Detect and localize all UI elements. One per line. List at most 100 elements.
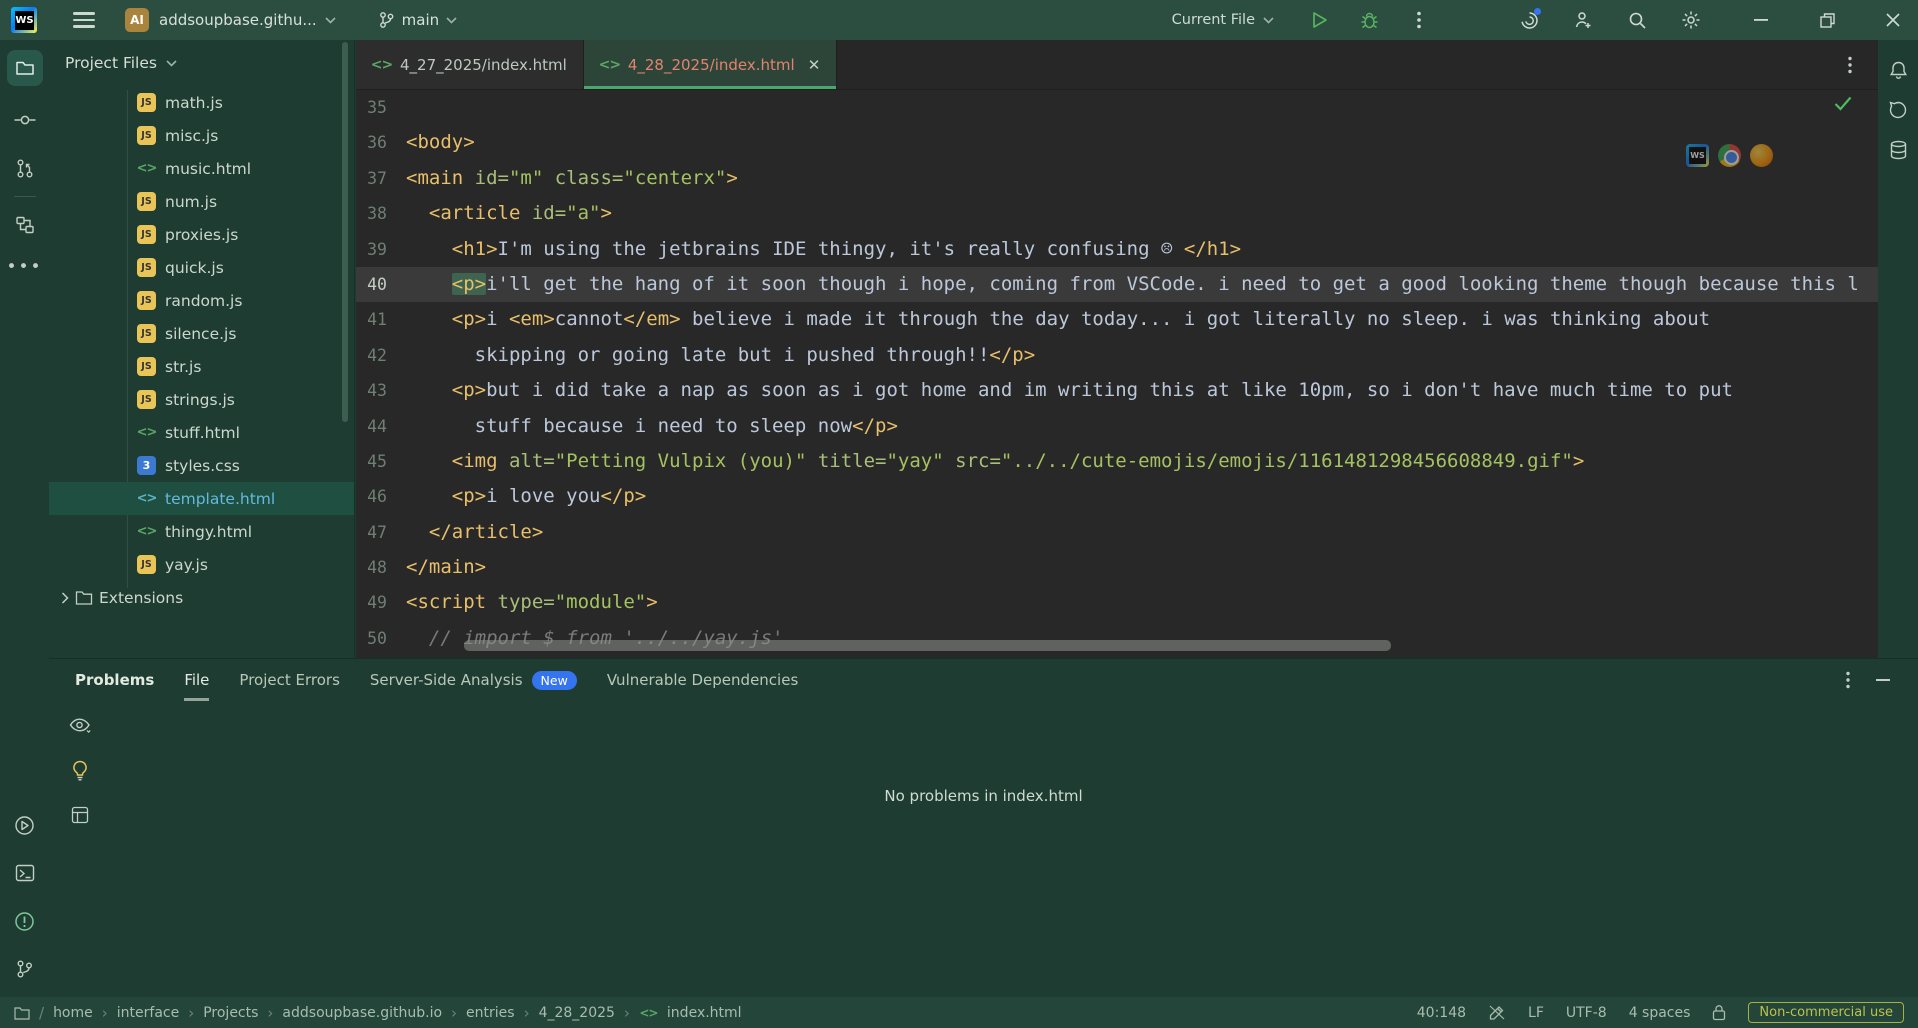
code-text[interactable]: </main>	[396, 550, 486, 585]
git-branch-selector[interactable]: main	[378, 11, 457, 29]
project-tool-icon[interactable]	[7, 50, 43, 86]
code-text[interactable]: <p>i <em>cannot</em> believe i made it t…	[396, 302, 1710, 337]
tree-item-misc.js[interactable]: JSmisc.js	[49, 119, 354, 152]
run-configuration-selector[interactable]: Current File	[1172, 12, 1274, 28]
tree-item-quick.js[interactable]: JSquick.js	[49, 251, 354, 284]
code-text[interactable]: <p>but i did take a nap as soon as i got…	[396, 373, 1733, 408]
ai-chat-icon[interactable]	[1882, 94, 1914, 126]
tree-item-strings.js[interactable]: JSstrings.js	[49, 383, 354, 416]
project-view-selector[interactable]: Project Files	[49, 40, 354, 86]
ai-badge[interactable]: AI	[125, 8, 149, 32]
problems-toolbar	[66, 711, 94, 829]
code-text[interactable]: <p>i love you</p>	[396, 479, 646, 514]
license-badge[interactable]: Non-commercial use	[1748, 1002, 1904, 1023]
tree-item-styles.css[interactable]: 3styles.css	[49, 449, 354, 482]
breadcrumb-item-addsoupbase.github.io[interactable]: addsoupbase.github.io	[282, 1005, 442, 1021]
git-tool-window-icon[interactable]	[7, 951, 43, 987]
run-button[interactable]	[1302, 3, 1336, 37]
close-button[interactable]	[1876, 3, 1910, 37]
group-by-icon[interactable]	[66, 801, 94, 829]
tree-item-yay.js[interactable]: JSyay.js	[49, 548, 354, 581]
tree-item-random.js[interactable]: JSrandom.js	[49, 284, 354, 317]
code-with-me-icon[interactable]	[1566, 3, 1600, 37]
problems-tab-file[interactable]: File	[184, 659, 209, 701]
tree-item-stuff.html[interactable]: <>stuff.html	[49, 416, 354, 449]
commit-tool-icon[interactable]	[7, 102, 43, 138]
code-text[interactable]: </article>	[396, 515, 543, 550]
terminal-tool-window-icon[interactable]	[7, 855, 43, 891]
debug-button[interactable]	[1352, 3, 1386, 37]
highlighting-pen-icon[interactable]	[1488, 1004, 1506, 1021]
tree-item-Extensions[interactable]: Extensions	[49, 581, 354, 614]
notifications-bell-icon[interactable]	[1882, 54, 1914, 86]
problems-options-icon[interactable]	[1846, 671, 1850, 689]
breadcrumb-item-Projects[interactable]: Projects	[203, 1005, 258, 1021]
breadcrumb-item-home[interactable]: home	[53, 1005, 93, 1021]
problems-tab-project-errors[interactable]: Project Errors	[239, 659, 339, 701]
tree-item-str.js[interactable]: JSstr.js	[49, 350, 354, 383]
code-line-44: 44 stuff because i need to sleep now</p>	[356, 409, 1878, 444]
code-text[interactable]: <script type="module">	[396, 585, 658, 620]
database-tool-icon[interactable]	[1882, 134, 1914, 166]
breadcrumb-item-4_28_2025[interactable]: 4_28_2025	[539, 1005, 615, 1021]
line-separator[interactable]: LF	[1528, 1005, 1544, 1021]
structure-tool-icon[interactable]	[7, 207, 43, 243]
file-encoding[interactable]: UTF-8	[1566, 1005, 1607, 1021]
read-only-lock-icon[interactable]	[1712, 1004, 1726, 1021]
tree-item-proxies.js[interactable]: JSproxies.js	[49, 218, 354, 251]
problems-tab-vulnerable-dependencies[interactable]: Vulnerable Dependencies	[607, 659, 798, 701]
tree-item-math.js[interactable]: JSmath.js	[49, 86, 354, 119]
firefox-preview-icon[interactable]	[1750, 144, 1773, 167]
js-file-icon: JS	[137, 291, 156, 310]
tab-options-icon[interactable]	[1848, 40, 1852, 90]
tree-item-silence.js[interactable]: JSsilence.js	[49, 317, 354, 350]
code-text[interactable]: <article id="a">	[396, 196, 612, 231]
code-text[interactable]: <p>i'll get the hang of it soon though i…	[396, 267, 1859, 302]
project-selector[interactable]: addsoupbase.githu...	[159, 11, 336, 29]
main-menu-icon[interactable]	[73, 12, 95, 28]
hide-panel-icon[interactable]	[1876, 671, 1890, 689]
code-text[interactable]: <img alt="Petting Vulpix (you)" title="y…	[396, 444, 1584, 479]
tree-item-template.html[interactable]: <>template.html	[49, 482, 354, 515]
more-tool-windows-icon[interactable]: •••	[0, 257, 49, 277]
problems-panel: Problems FileProject ErrorsServer-Side A…	[49, 658, 1918, 997]
caret-position[interactable]: 40:148	[1417, 1005, 1466, 1021]
ai-assistant-icon[interactable]	[1512, 3, 1546, 37]
run-tool-window-icon[interactable]	[7, 807, 43, 843]
breadcrumb-separator: ›	[624, 1004, 630, 1022]
code-text[interactable]: <h1>I'm using the jetbrains IDE thingy, …	[396, 232, 1241, 267]
tree-scrollbar[interactable]	[342, 42, 348, 422]
inspections-ok-icon[interactable]	[1834, 96, 1852, 111]
tree-item-music.html[interactable]: <>music.html	[49, 152, 354, 185]
search-everywhere-icon[interactable]	[1620, 3, 1654, 37]
restore-button[interactable]	[1810, 3, 1844, 37]
editor-tab-4_27_2025/index.html[interactable]: <>4_27_2025/index.html	[356, 40, 584, 89]
code-text[interactable]: skipping or going late but i pushed thro…	[396, 338, 1035, 373]
tree-item-num.js[interactable]: JSnum.js	[49, 185, 354, 218]
code-text[interactable]	[396, 90, 406, 125]
minimize-button[interactable]	[1744, 3, 1778, 37]
webstorm-preview-icon[interactable]: WS	[1686, 144, 1709, 167]
settings-gear-icon[interactable]	[1674, 3, 1708, 37]
tree-item-thingy.html[interactable]: <>thingy.html	[49, 515, 354, 548]
breadcrumb: / home›interface›Projects›addsoupbase.gi…	[14, 1003, 742, 1022]
problems-tab-server-side-analysis[interactable]: Server-Side AnalysisNew	[370, 659, 577, 701]
tab-close-icon[interactable]: ✕	[808, 56, 821, 74]
editor-tab-4_28_2025/index.html[interactable]: <>4_28_2025/index.html✕	[584, 40, 837, 89]
pull-requests-tool-icon[interactable]	[7, 150, 43, 186]
more-actions-icon[interactable]	[1402, 3, 1436, 37]
indent-setting[interactable]: 4 spaces	[1629, 1005, 1691, 1021]
code-text[interactable]: stuff because i need to sleep now</p>	[396, 409, 898, 444]
breadcrumb-item-entries[interactable]: entries	[466, 1005, 515, 1021]
breadcrumb-item-index.html[interactable]: index.html	[667, 1005, 742, 1021]
chrome-preview-icon[interactable]	[1718, 144, 1741, 167]
file-name: proxies.js	[165, 226, 238, 244]
quick-fix-bulb-icon[interactable]	[66, 756, 94, 784]
problems-tool-window-icon[interactable]	[7, 903, 43, 939]
webstorm-logo-icon[interactable]: WS	[11, 7, 37, 33]
code-text[interactable]: <main id="m" class="centerx">	[396, 161, 738, 196]
preview-eye-icon[interactable]	[66, 711, 94, 739]
breadcrumb-item-interface[interactable]: interface	[117, 1005, 179, 1021]
horizontal-scrollbar[interactable]	[464, 640, 1391, 651]
code-text[interactable]: <body>	[396, 125, 475, 160]
